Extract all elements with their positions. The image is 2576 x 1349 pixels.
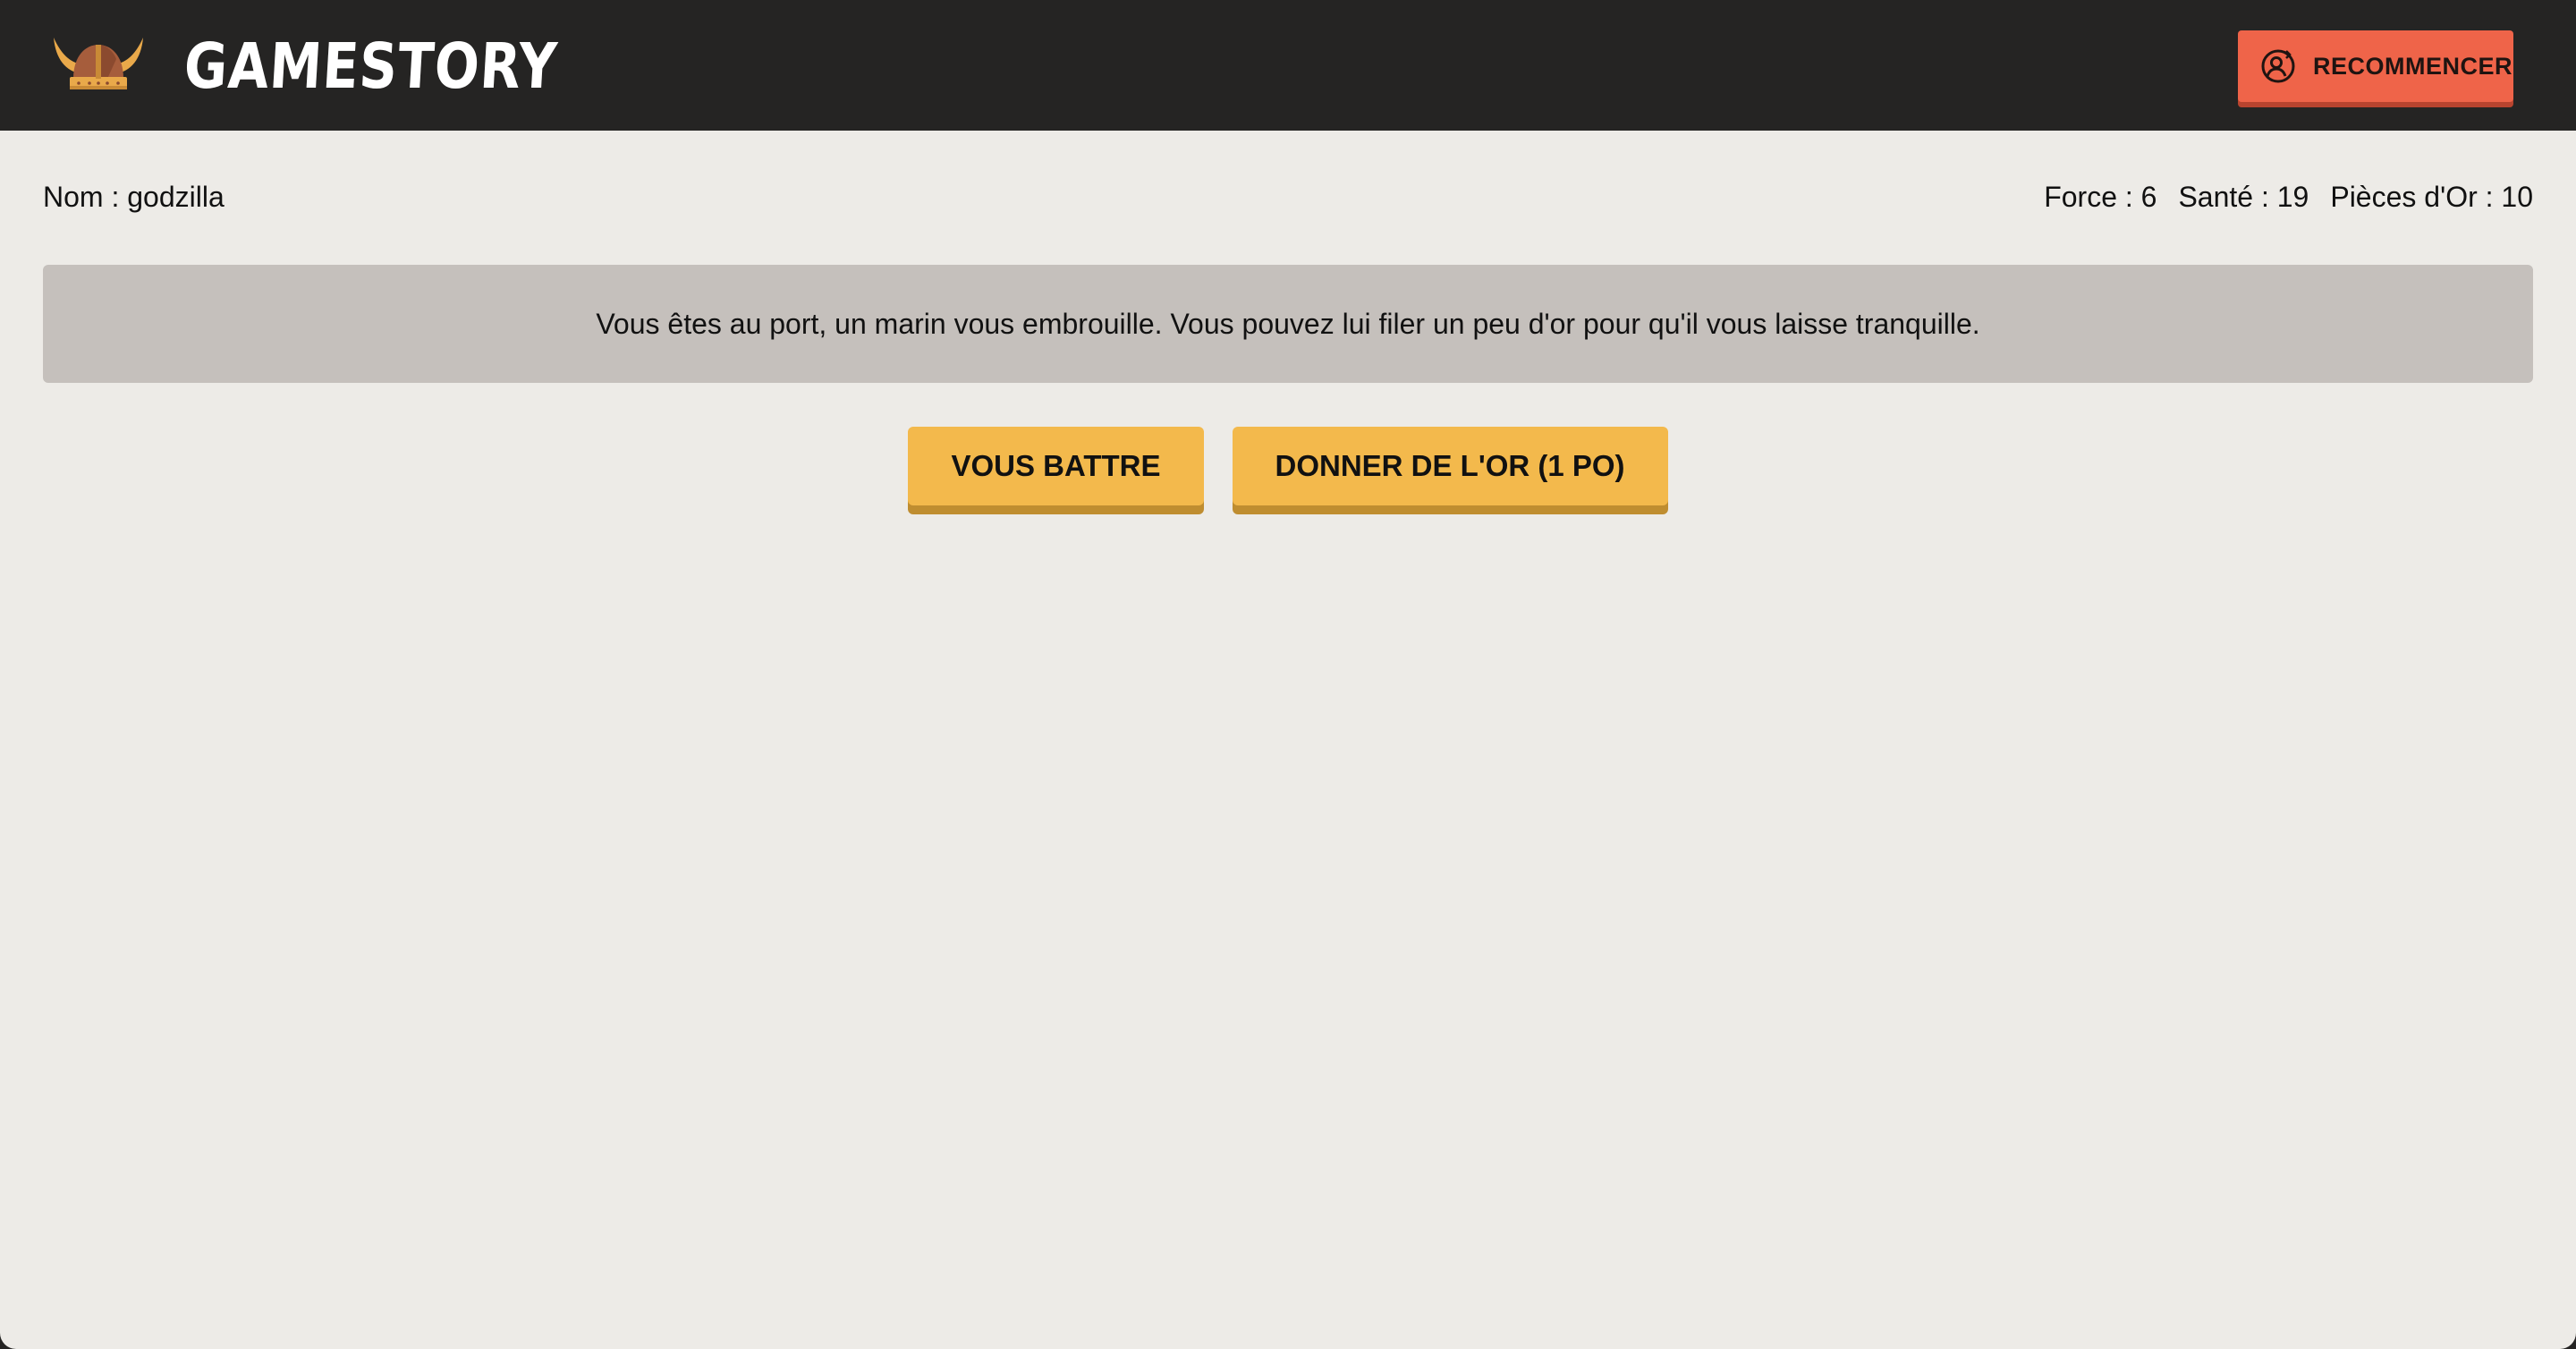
story-text: Vous êtes au port, un marin vous embroui… xyxy=(596,307,1980,340)
fight-button[interactable]: VOUS BATTRE xyxy=(908,427,1204,505)
give-gold-button[interactable]: DONNER DE L'OR (1 PO) xyxy=(1232,427,1668,505)
app-brand[interactable]: GAMESTORY xyxy=(182,30,560,103)
user-refresh-icon xyxy=(2261,49,2295,83)
stat-gold: Pièces d'Or : 10 xyxy=(2330,181,2533,213)
viking-helmet-icon xyxy=(54,38,143,89)
stat-health: Santé : 19 xyxy=(2178,181,2309,213)
restart-button[interactable]: RECOMMENCER xyxy=(2238,30,2513,102)
restart-button-label: RECOMMENCER xyxy=(2313,52,2513,80)
player-stats: Force : 6 Santé : 19 Pièces d'Or : 10 xyxy=(2044,181,2533,214)
player-name: Nom : godzilla xyxy=(43,181,225,213)
action-choices: VOUS BATTRE DONNER DE L'OR (1 PO) xyxy=(0,427,2576,505)
story-narration: Vous êtes au port, un marin vous embroui… xyxy=(43,265,2533,383)
app-window: GAMESTORY RECOMMENCER Nom : godzilla For… xyxy=(0,0,2576,1349)
top-bar: GAMESTORY RECOMMENCER xyxy=(0,0,2576,131)
stat-force: Force : 6 xyxy=(2044,181,2157,213)
player-info-bar: Nom : godzilla Force : 6 Santé : 19 Pièc… xyxy=(43,175,2533,220)
